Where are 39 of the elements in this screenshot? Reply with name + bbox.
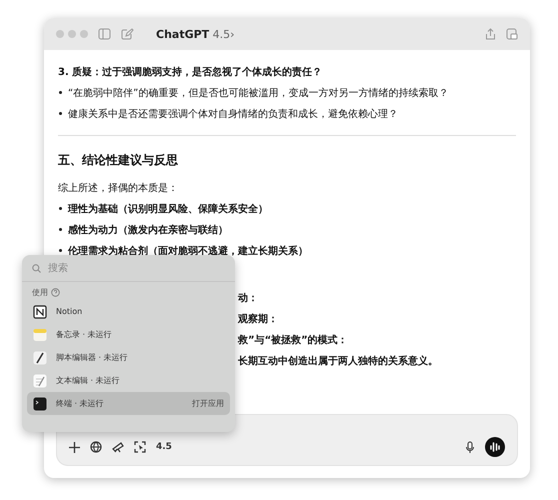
- section-heading: 3. 质疑：过于强调脆弱支持，是否忽视了个体成长的责任？: [58, 66, 324, 80]
- help-icon[interactable]: [51, 288, 60, 297]
- model-selector[interactable]: ChatGPT 4.5›: [144, 28, 235, 40]
- bullet-icon: [59, 112, 62, 115]
- bullet-text: 健康关系中是否还需要强调个体对自身情绪的负责和成长，避免依赖心理？: [68, 109, 398, 120]
- bullet-text: 动：: [238, 293, 258, 304]
- app-list-item[interactable]: 终端 · 未运行 打开应用: [27, 392, 230, 415]
- search-field[interactable]: 搜索: [46, 262, 200, 274]
- heading: 五、结论性建议与反思: [58, 152, 179, 169]
- terminal-icon: [33, 396, 47, 410]
- bullet-icon: [59, 228, 62, 231]
- bullet-text: 理性为基础（识别明显风险、保障关系安全）: [68, 204, 268, 215]
- bullet-text: 观察期：: [238, 314, 278, 325]
- notion-icon: [33, 304, 47, 318]
- bullet-icon: [59, 90, 62, 94]
- model-label[interactable]: 4.5: [156, 442, 172, 452]
- voice-mode-icon[interactable]: [485, 437, 505, 457]
- pen-icon: [33, 350, 47, 364]
- bullet-icon: [59, 248, 62, 252]
- telescope-icon[interactable]: [112, 441, 124, 453]
- globe-icon[interactable]: [90, 441, 102, 453]
- bullet-text: 感性为动力（激发内在亲密与联结）: [68, 225, 228, 236]
- notepad-icon: [33, 328, 47, 342]
- bullet-text: “在脆弱中陪伴”的确重要，但是否也可能被滥用，变成一方对另一方情绪的持续索取？: [68, 88, 448, 99]
- document-icon: [33, 374, 47, 388]
- app-list-item[interactable]: Notion: [27, 300, 230, 323]
- bullet-icon: [59, 206, 62, 210]
- app-list-item[interactable]: 文本编辑 · 未运行: [27, 369, 230, 392]
- app-list-item[interactable]: 备忘录 · 未运行: [27, 323, 230, 346]
- section-label: 使用: [32, 287, 48, 298]
- paragraph: 综上所述，择偶的本质是：: [58, 182, 179, 196]
- bullet-text: 长期互动中创造出属于两人独特的关系意义。: [238, 356, 438, 367]
- bullet-text: 救”与“被拯救”的模式：: [238, 335, 348, 346]
- search-icon: [32, 264, 41, 272]
- add-icon[interactable]: [69, 442, 80, 452]
- new-window-icon[interactable]: [506, 28, 518, 40]
- microphone-icon[interactable]: [465, 440, 475, 454]
- app-list-item[interactable]: 脚本编辑器 · 未运行: [27, 346, 230, 369]
- screen-capture-icon[interactable]: [134, 441, 146, 453]
